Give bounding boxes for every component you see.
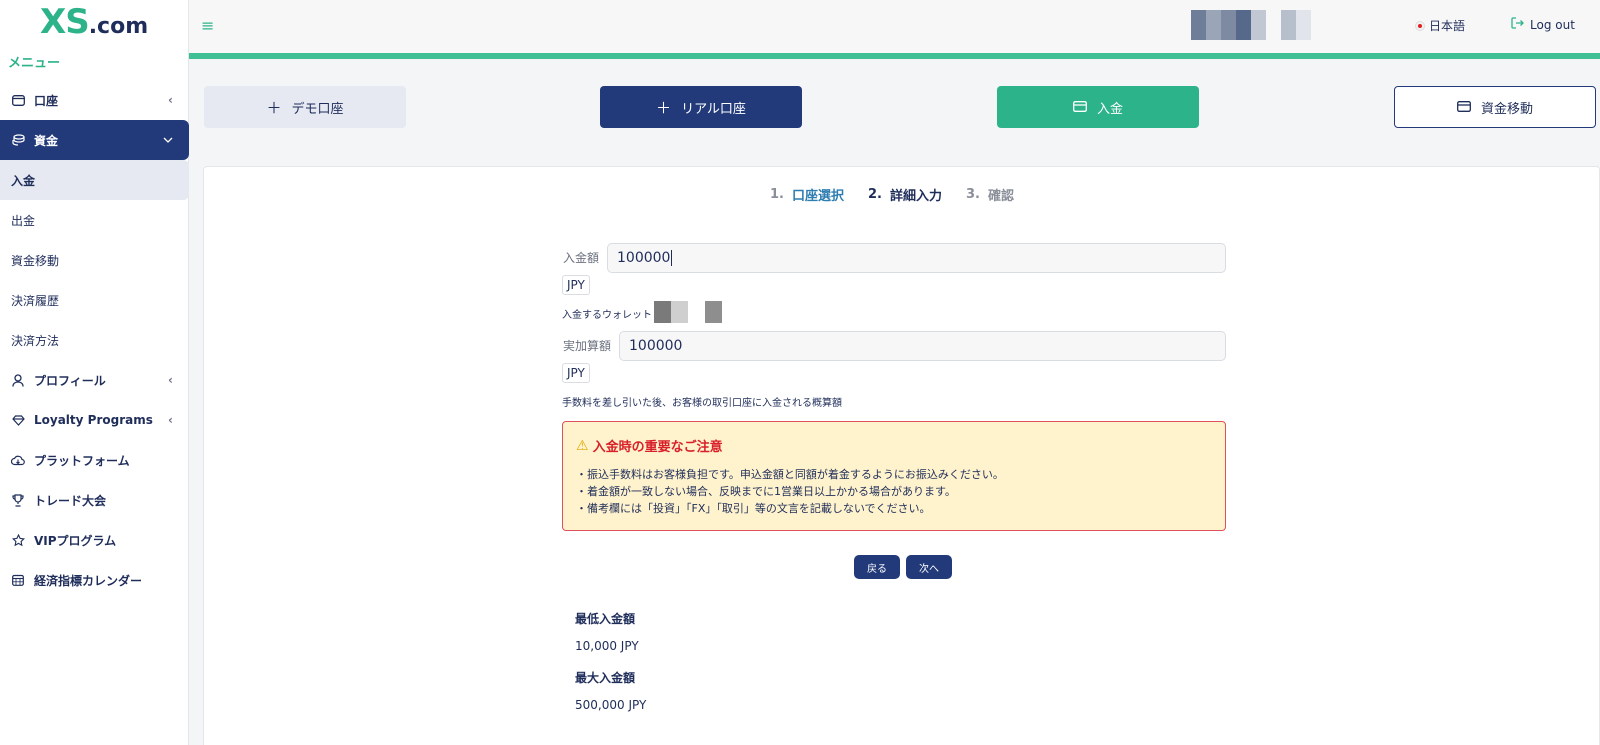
amount-currency-badge: JPY xyxy=(562,275,590,295)
sidebar-item-label: プロフィール xyxy=(34,373,106,388)
sidebar-item-economic-calendar[interactable]: 経済指標カレンダー xyxy=(0,560,189,600)
calendar-icon xyxy=(11,573,25,587)
credited-amount-note: 手数料を差し引いた後、お客様の取引口座に入金される概算額 xyxy=(562,398,842,409)
step-label: 口座選択 xyxy=(791,189,844,204)
step-indicator: 1. 口座選択 2. 詳細入力 3. 確認 xyxy=(770,185,1014,204)
credited-amount-value: 100000 xyxy=(629,338,683,354)
deposit-label: 入金 xyxy=(1096,101,1123,117)
star-icon xyxy=(11,533,25,547)
chevron-down-icon xyxy=(163,133,173,147)
credited-amount-label: 実加算額 xyxy=(563,339,612,353)
sidebar-item-label: プラットフォーム xyxy=(34,453,130,468)
next-button[interactable]: 次へ xyxy=(906,555,952,579)
sidebar-item-vip[interactable]: VIPプログラム xyxy=(0,520,189,560)
sidebar-subitem-transfer[interactable]: 資金移動 xyxy=(0,240,189,280)
demo-account-label: デモ口座 xyxy=(291,101,344,117)
coins-icon xyxy=(11,133,25,147)
redacted-wallet-id xyxy=(654,301,724,323)
sidebar-subitem-payment-methods[interactable]: 決済方法 xyxy=(0,320,189,360)
warning-icon: ⚠ xyxy=(576,437,589,454)
step-number: 3. xyxy=(966,187,980,202)
transfer-label: 資金移動 xyxy=(1480,101,1533,117)
warning-line: ・着金額が一致しない場合、反映までに1営業日以上かかる場合があります。 xyxy=(576,485,956,498)
demo-account-button[interactable]: ＋ デモ口座 xyxy=(204,86,406,128)
deposit-form-card: 1. 口座選択 2. 詳細入力 3. 確認 入金額 100000 JPY 入金す… xyxy=(203,166,1600,745)
amount-label: 入金額 xyxy=(563,251,600,265)
sidebar-item-label: VIPプログラム xyxy=(34,533,117,548)
wallet-label: 入金するウォレット xyxy=(562,310,652,321)
warning-title: ⚠ 入金時の重要なご注意 xyxy=(576,436,723,456)
deposit-warning-box: ⚠ 入金時の重要なご注意 ・振込手数料はお客様負担です。申込金額と同額が着金する… xyxy=(562,421,1226,531)
logout-icon xyxy=(1511,17,1524,32)
wallet-icon xyxy=(11,93,25,107)
step-3: 3. 確認 xyxy=(966,185,1014,204)
sidebar-item-platform[interactable]: プラットフォーム xyxy=(0,440,189,480)
warning-line: ・振込手数料はお客様負担です。申込金額と同額が着金するようにお振込みください。 xyxy=(576,468,1004,481)
sidebar-subitem-payment-history[interactable]: 決済履歴 xyxy=(0,280,189,320)
cloud-download-icon xyxy=(11,453,25,467)
user-icon xyxy=(11,373,25,387)
amount-input[interactable]: 100000 xyxy=(607,243,1226,273)
menu-title: メニュー xyxy=(8,56,61,71)
chevron-left-icon: ‹ xyxy=(168,413,173,427)
hamburger-menu-icon[interactable]: ≡ xyxy=(201,16,214,35)
diamond-icon xyxy=(11,413,25,427)
sidebar-nav: 口座 ‹ 資金 入金 出金 資金移動 決済履歴 決済方法 プロフィール ‹ Lo… xyxy=(0,80,189,600)
transfer-button[interactable]: 資金移動 xyxy=(1394,86,1596,128)
step-1[interactable]: 1. 口座選択 xyxy=(770,185,844,204)
card-icon xyxy=(1073,98,1087,116)
logo-suffix: .com xyxy=(88,14,149,39)
credited-amount-input[interactable]: 100000 xyxy=(619,331,1226,361)
sidebar-item-label: 口座 xyxy=(34,93,59,108)
sidebar-item-label: 資金 xyxy=(34,133,59,148)
sidebar-item-funds[interactable]: 資金 xyxy=(0,120,189,160)
logout-button[interactable]: Log out xyxy=(1511,17,1575,32)
warning-title-text: 入金時の重要なご注意 xyxy=(592,440,723,455)
top-header: ≡ 日本語 Log out xyxy=(189,0,1600,53)
max-deposit-value: 500,000 JPY xyxy=(575,698,647,712)
sidebar-subitem-withdraw[interactable]: 出金 xyxy=(0,200,189,240)
logo-main: XS xyxy=(40,2,90,42)
sidebar-item-profile[interactable]: プロフィール ‹ xyxy=(0,360,189,400)
step-number: 1. xyxy=(770,187,784,202)
header-accent-bar xyxy=(189,53,1600,59)
sidebar-item-label: Loyalty Programs xyxy=(34,413,153,427)
language-label: 日本語 xyxy=(1429,19,1466,33)
min-deposit-value: 10,000 JPY xyxy=(575,639,639,653)
deposit-button[interactable]: 入金 xyxy=(997,86,1199,128)
step-number: 2. xyxy=(868,187,882,202)
sidebar-item-label: トレード大会 xyxy=(34,493,107,508)
sidebar: XS .com メニュー 口座 ‹ 資金 入金 出金 資金移動 決済履歴 決済方… xyxy=(0,0,189,745)
logout-label: Log out xyxy=(1530,17,1575,32)
trophy-icon xyxy=(11,493,25,507)
plus-icon: ＋ xyxy=(656,98,672,117)
sidebar-item-label: 経済指標カレンダー xyxy=(34,573,143,588)
sidebar-subitem-deposit[interactable]: 入金 xyxy=(0,160,189,200)
step-label: 確認 xyxy=(987,189,1014,204)
amount-value: 100000 xyxy=(617,250,671,266)
redacted-account-info xyxy=(1191,10,1331,40)
chevron-left-icon: ‹ xyxy=(168,373,173,387)
sidebar-item-loyalty[interactable]: Loyalty Programs ‹ xyxy=(0,400,189,440)
back-button[interactable]: 戻る xyxy=(854,555,900,579)
card-icon xyxy=(1457,98,1471,116)
xs-logo[interactable]: XS .com xyxy=(40,2,149,42)
chevron-left-icon: ‹ xyxy=(168,93,173,107)
credited-currency-badge: JPY xyxy=(562,363,590,383)
step-label: 詳細入力 xyxy=(889,189,942,204)
real-account-button[interactable]: ＋ リアル口座 xyxy=(600,86,802,128)
min-deposit-label: 最低入金額 xyxy=(575,612,636,626)
real-account-label: リアル口座 xyxy=(681,101,746,117)
japan-flag-icon xyxy=(1416,21,1424,30)
max-deposit-label: 最大入金額 xyxy=(575,671,636,685)
language-selector[interactable]: 日本語 xyxy=(1416,17,1465,34)
sidebar-item-account[interactable]: 口座 ‹ xyxy=(0,80,189,120)
sidebar-item-trade-contest[interactable]: トレード大会 xyxy=(0,480,189,520)
step-2: 2. 詳細入力 xyxy=(868,185,942,204)
warning-line: ・備考欄には「投資」「FX」「取引」等の文言を記載しないでください。 xyxy=(576,502,931,515)
plus-icon: ＋ xyxy=(266,98,282,117)
text-cursor xyxy=(671,250,673,266)
